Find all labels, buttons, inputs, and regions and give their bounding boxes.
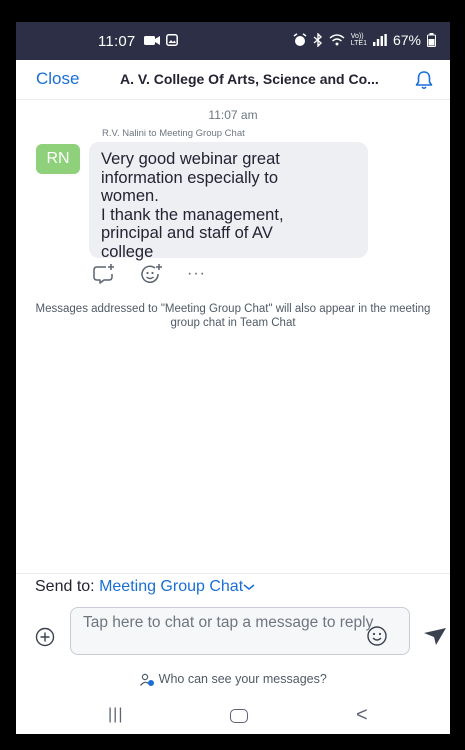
alarm-icon <box>293 33 307 46</box>
meeting-title: A. V. College Of Arts, Science and Co... <box>120 71 379 87</box>
group-chat-notice: Messages addressed to "Meeting Group Cha… <box>35 303 431 329</box>
add-reaction-icon[interactable] <box>139 262 165 286</box>
close-button[interactable]: Close <box>36 69 79 89</box>
chat-header: Close A. V. College Of Arts, Science and… <box>16 60 450 100</box>
chevron-down-icon[interactable] <box>243 582 255 592</box>
message-text-line: Very good webinar great <box>101 150 280 168</box>
bell-icon[interactable] <box>412 68 436 92</box>
sender-line: R.V. Nalini to Meeting Group Chat <box>102 128 245 139</box>
message-actions: ··· <box>91 262 206 286</box>
bluetooth-icon <box>313 33 322 47</box>
send-to-label: Send to: <box>35 578 95 595</box>
message-text-line: information especially to <box>101 168 279 187</box>
video-camera-icon <box>144 35 160 45</box>
home-icon[interactable] <box>230 709 248 723</box>
battery-icon <box>427 33 436 47</box>
send-icon[interactable] <box>423 626 447 646</box>
back-icon[interactable]: < <box>356 704 368 727</box>
android-nav-bar: ||| < <box>16 700 450 734</box>
status-right: Vo)) LTE1 67% <box>293 32 436 48</box>
status-bar: 11:07 Vo)) LTE1 67% <box>16 22 450 60</box>
add-attachment-icon[interactable] <box>35 627 55 647</box>
battery-percent: 67% <box>392 32 421 48</box>
chat-input[interactable]: Tap here to chat or tap a message to rep… <box>70 607 410 655</box>
status-time: 11:07 <box>98 33 136 50</box>
message-text-line: college <box>101 242 154 261</box>
network-label: Vo)) LTE1 <box>350 33 367 47</box>
people-icon <box>140 673 155 686</box>
recent-apps-icon[interactable]: ||| <box>108 706 123 724</box>
message-timestamp: 11:07 am <box>208 108 258 122</box>
who-can-see-label: Who can see your messages? <box>158 672 327 686</box>
who-can-see-link[interactable]: Who can see your messages? <box>16 672 450 687</box>
wifi-icon <box>329 34 345 46</box>
signal-icon <box>372 34 387 46</box>
send-to-target[interactable]: Meeting Group Chat <box>99 578 243 595</box>
more-options-icon[interactable]: ··· <box>187 262 206 286</box>
gallery-icon <box>166 34 178 46</box>
message-text-line: women. <box>101 187 159 205</box>
message-bubble[interactable]: Very good webinar great information espe… <box>89 142 368 261</box>
send-to-row[interactable]: Send to: Meeting Group Chat <box>16 573 450 601</box>
avatar[interactable]: RN <box>36 144 80 174</box>
message-text-line: I thank the management, <box>101 205 284 224</box>
message-text-line: principal and staff of AV <box>101 224 273 242</box>
chat-screen: 11:07 Vo)) LTE1 67% Close A. V. College … <box>16 22 450 734</box>
emoji-icon[interactable] <box>366 625 388 647</box>
reply-icon[interactable] <box>91 262 117 286</box>
status-left-icons <box>144 34 178 46</box>
